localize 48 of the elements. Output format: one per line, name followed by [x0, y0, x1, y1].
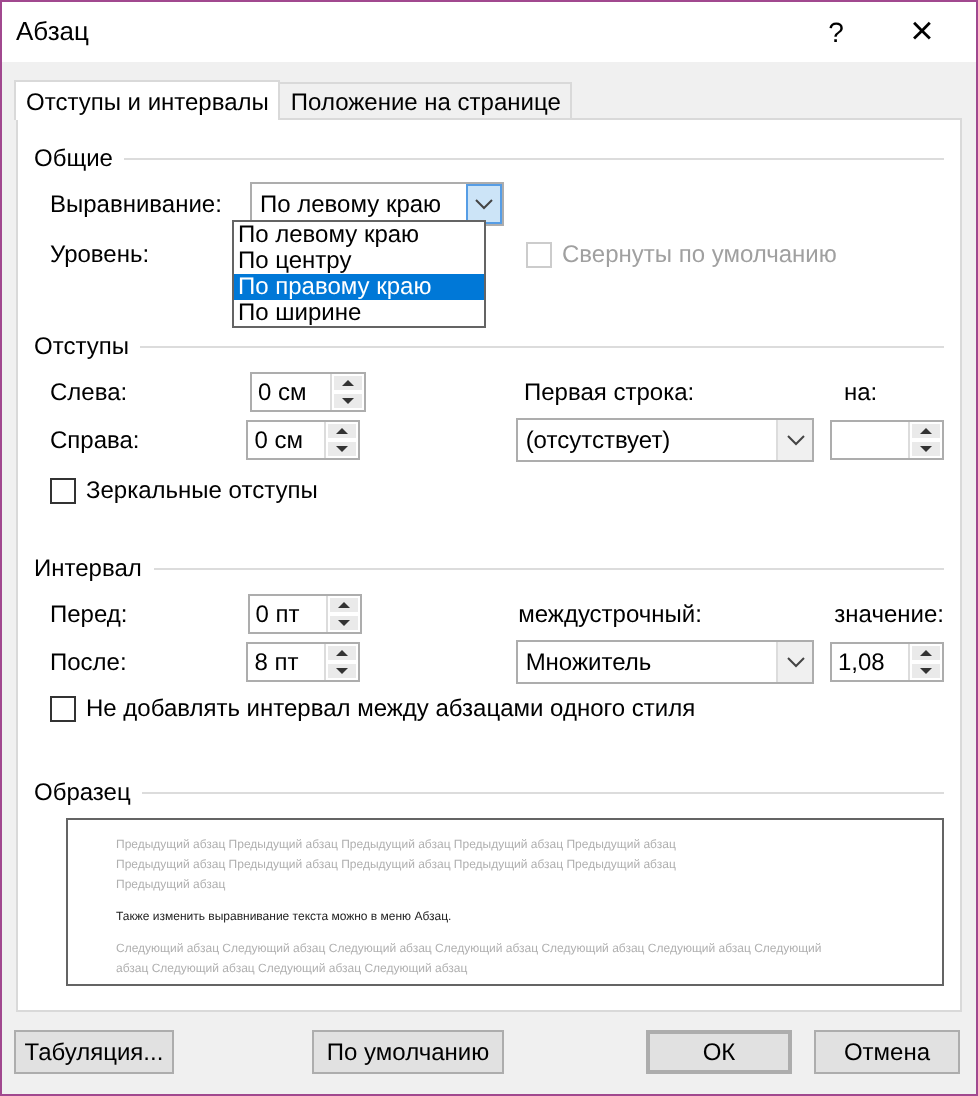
field-label: Слева: [50, 376, 130, 410]
field-label: на: [844, 376, 878, 410]
dialog-button[interactable]: По умолчанию [312, 1030, 504, 1074]
section-title: Образец [34, 776, 131, 810]
spin-arrows-icon [330, 374, 364, 410]
spin-field[interactable]: 1,08 [830, 642, 944, 682]
field-label: Выравнивание: [50, 188, 224, 222]
dialog-button[interactable]: Отмена [814, 1030, 960, 1074]
field-label: значение: [834, 598, 944, 632]
spin-arrows-icon [326, 596, 361, 632]
dialog-button[interactable]: Табуляция... [14, 1030, 174, 1074]
tab[interactable]: Положение на странице [280, 82, 573, 118]
chevron-down-icon [466, 184, 502, 224]
checkbox[interactable] [50, 477, 76, 503]
spin-arrows-icon [324, 644, 359, 680]
window-title: Абзац [16, 14, 91, 51]
field-label: междустрочный: [518, 598, 704, 632]
checkbox-label: Зеркальные отступы [86, 474, 318, 508]
field-label: Первая строка: [524, 376, 697, 410]
line-spacing-dropdown[interactable]: Множитель [515, 640, 815, 684]
checkbox-label: Свернуты по умолчанию [562, 238, 837, 272]
spin-field[interactable]: 8 пт [246, 642, 361, 682]
field-label: Перед: [50, 598, 130, 632]
dialog-button[interactable]: ОК [646, 1030, 792, 1074]
help-button[interactable]: ? [796, 2, 876, 62]
checkbox[interactable] [50, 695, 76, 721]
spin-arrows-icon [908, 422, 942, 458]
spin-arrows-icon [324, 422, 359, 458]
dropdown-option[interactable]: По левому краю [234, 222, 484, 248]
spin-arrows-icon [908, 644, 942, 680]
field-label: Справа: [50, 424, 142, 458]
section-title: Общие [34, 142, 113, 176]
tab[interactable]: Отступы и интервалы [14, 80, 281, 120]
spin-field[interactable] [830, 420, 944, 460]
spin-field[interactable]: 0 см [246, 420, 361, 460]
dropdown-option[interactable]: По ширине [234, 300, 484, 326]
dropdown-option[interactable]: По центру [234, 248, 484, 274]
section-title: Интервал [34, 552, 142, 586]
spin-field[interactable]: 0 пт [247, 594, 363, 634]
close-button[interactable]: × [876, 2, 968, 62]
chevron-down-icon [776, 642, 813, 682]
checkbox-label: Не добавлять интервал между абзацами одного стиля [86, 692, 696, 726]
first-line-dropdown[interactable]: (отсутствует) [515, 418, 815, 462]
spin-field[interactable]: 0 см [250, 372, 366, 412]
chevron-down-icon [776, 420, 813, 460]
section-title: Отступы [34, 330, 129, 364]
dropdown-option[interactable]: По правому краю [234, 274, 484, 300]
field-label: После: [50, 646, 129, 680]
